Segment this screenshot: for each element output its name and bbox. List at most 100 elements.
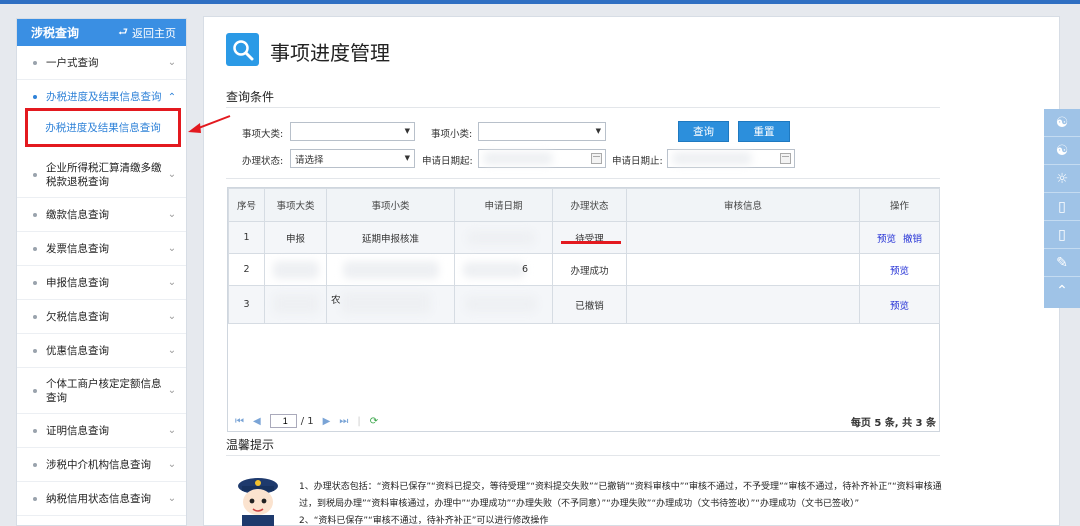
separator: |	[357, 415, 361, 427]
chevron-down-icon: ⌄	[167, 209, 177, 220]
sidebar-title: 涉税查询	[31, 26, 80, 40]
table-row: 1 申报 延期申报核准 待受理 预览 撤销	[228, 221, 940, 254]
chevron-down-icon: ⌄	[167, 57, 177, 68]
sidebar-item-individual-quota-query[interactable]: 个体工商户核定定额信息查询 ⌄	[17, 368, 186, 414]
page-total: / 1	[300, 415, 314, 427]
edit-icon[interactable]: ✎	[1044, 249, 1080, 277]
date-from-label: 申请日期起:	[422, 156, 473, 167]
sidebar-item-label: 纳税信用状态信息查询	[46, 492, 151, 505]
cell-ops: 预览	[859, 253, 940, 286]
back-home-button[interactable]: ⮐ 返回主页	[118, 23, 176, 42]
back-home-label: 返回主页	[132, 26, 176, 40]
sidebar-item-label: 个体工商户核定定额信息查询	[46, 377, 162, 404]
redacted-value	[467, 231, 535, 245]
first-page-icon[interactable]: ⏮	[235, 416, 244, 427]
subcategory-select[interactable]: ▼	[478, 122, 606, 141]
sidebar-item-label: 一户式查询	[46, 56, 99, 69]
page-number-input[interactable]	[269, 414, 297, 428]
chevron-down-icon: ⌄	[167, 459, 177, 470]
status-select[interactable]: 请选择 ▼	[290, 149, 415, 168]
chevron-down-icon: ⌄	[167, 277, 177, 288]
prev-page-icon[interactable]: ◀	[253, 416, 261, 427]
wechat-icon[interactable]: ☯	[1044, 109, 1080, 137]
dropdown-caret-icon: ▼	[404, 127, 410, 135]
cell-audit	[626, 253, 860, 286]
back-to-top-icon[interactable]: ⌃	[1044, 277, 1080, 305]
tips-text: 1、办理状态包括：“资料已保存”“资料已提交，等待受理”“资料提交失败”“已撤销…	[299, 479, 944, 526]
cell-no: 2	[228, 253, 265, 286]
float-share-bar: ☯ ☯ ☼ ▯ ▯ ✎ ⌃	[1044, 109, 1080, 308]
query-button[interactable]: 查询	[678, 121, 729, 142]
sidebar-item-label: 申报信息查询	[46, 276, 109, 289]
category-select[interactable]: ▼	[290, 122, 415, 141]
sidebar-item-invoice-query[interactable]: 发票信息查询 ⌄	[17, 232, 186, 266]
sidebar-item-one-stop-query[interactable]: 一户式查询 ⌄	[17, 46, 186, 80]
sidebar-item-credit-query[interactable]: 纳税信用状态信息查询 ⌄	[17, 482, 186, 516]
last-page-icon[interactable]: ⏭	[339, 416, 348, 427]
date-to-input[interactable]	[667, 149, 795, 168]
sidebar-header: 涉税查询 ⮐ 返回主页	[17, 19, 186, 46]
redacted-value	[483, 152, 553, 165]
date-from-input[interactable]	[478, 149, 606, 168]
chevron-down-icon: ⌄	[167, 311, 177, 322]
tablet-icon[interactable]: ▯	[1044, 221, 1080, 249]
query-conditions-heading: 查询条件	[226, 90, 275, 104]
bullet-icon	[33, 462, 37, 467]
redacted-value	[341, 292, 431, 314]
bullet-icon	[33, 60, 37, 65]
sidebar-item-agency-query[interactable]: 涉税中介机构信息查询 ⌄	[17, 448, 186, 482]
sidebar-item-label: 证明信息查询	[46, 424, 109, 437]
refresh-icon[interactable]: ⟳	[370, 416, 378, 427]
cell-category	[264, 253, 327, 286]
mobile-icon[interactable]: ▯	[1044, 193, 1080, 221]
search-icon	[226, 33, 259, 66]
sidebar-subitem-progress-result-query[interactable]: 办税进度及结果信息查询	[25, 108, 181, 147]
sidebar-item-label: 企业所得税汇算清缴多缴税款退税查询	[46, 161, 162, 188]
redacted-value	[273, 294, 319, 314]
cell-subcategory: 延期申报核准	[326, 221, 455, 254]
calendar-icon[interactable]	[591, 153, 602, 164]
redacted-value	[465, 296, 537, 312]
main-panel: 事项进度管理 查询条件 事项大类: ▼ 事项小类: ▼ 查询 重置 办理状态: …	[203, 16, 1060, 526]
sidebar-item-label: 办税进度及结果信息查询	[46, 91, 162, 103]
preview-link[interactable]: 预览	[890, 266, 909, 277]
tax-officer-avatar	[238, 478, 278, 526]
preview-link[interactable]: 预览	[890, 301, 909, 312]
sidebar-item-declaration-query[interactable]: 申报信息查询 ⌄	[17, 266, 186, 300]
chevron-down-icon: ⌄	[167, 169, 177, 180]
table-row: 2 6 办理成功 预览	[228, 253, 940, 286]
cell-date	[454, 221, 553, 254]
bullet-icon	[33, 348, 37, 353]
tips-heading: 温馨提示	[226, 438, 275, 452]
bullet-icon	[33, 496, 37, 501]
bullet-icon	[33, 95, 37, 99]
revoke-link[interactable]: 撤销	[903, 234, 922, 245]
preview-link[interactable]: 预览	[877, 234, 896, 245]
chevron-down-icon: ⌄	[167, 493, 177, 504]
divider	[226, 107, 940, 108]
cell-status: 办理成功	[552, 253, 627, 286]
sidebar-item-label: 涉税中介机构信息查询	[46, 458, 151, 471]
sidebar-item-payment-query[interactable]: 缴款信息查询 ⌄	[17, 198, 186, 232]
divider	[226, 455, 940, 456]
bullet-icon	[33, 246, 37, 251]
weibo-icon[interactable]: ☼	[1044, 165, 1080, 193]
cell-category	[264, 285, 327, 324]
redacted-value	[463, 262, 525, 278]
cell-date: 6	[454, 253, 553, 286]
col-header-audit: 审核信息	[626, 188, 860, 222]
sidebar-item-label: 发票信息查询	[46, 242, 109, 255]
results-table: 序号 事项大类 事项小类 申请日期 办理状态 审核信息 操作 1 申报 延期申报…	[227, 187, 940, 432]
col-header-subcategory: 事项小类	[326, 188, 455, 222]
sidebar-item-refund-query[interactable]: 企业所得税汇算清缴多缴税款退税查询 ⌄	[17, 152, 186, 198]
calendar-icon[interactable]	[780, 153, 791, 164]
dropdown-caret-icon: ▼	[404, 154, 410, 162]
next-page-icon[interactable]: ▶	[323, 416, 331, 427]
sidebar-item-preferential-query[interactable]: 优惠信息查询 ⌄	[17, 334, 186, 368]
reset-button[interactable]: 重置	[738, 121, 790, 142]
sidebar-item-arrears-query[interactable]: 欠税信息查询 ⌄	[17, 300, 186, 334]
wechat-icon[interactable]: ☯	[1044, 137, 1080, 165]
status-select-value: 请选择	[295, 154, 324, 166]
top-strip	[0, 0, 1080, 4]
sidebar-item-certificate-query[interactable]: 证明信息查询 ⌄	[17, 414, 186, 448]
